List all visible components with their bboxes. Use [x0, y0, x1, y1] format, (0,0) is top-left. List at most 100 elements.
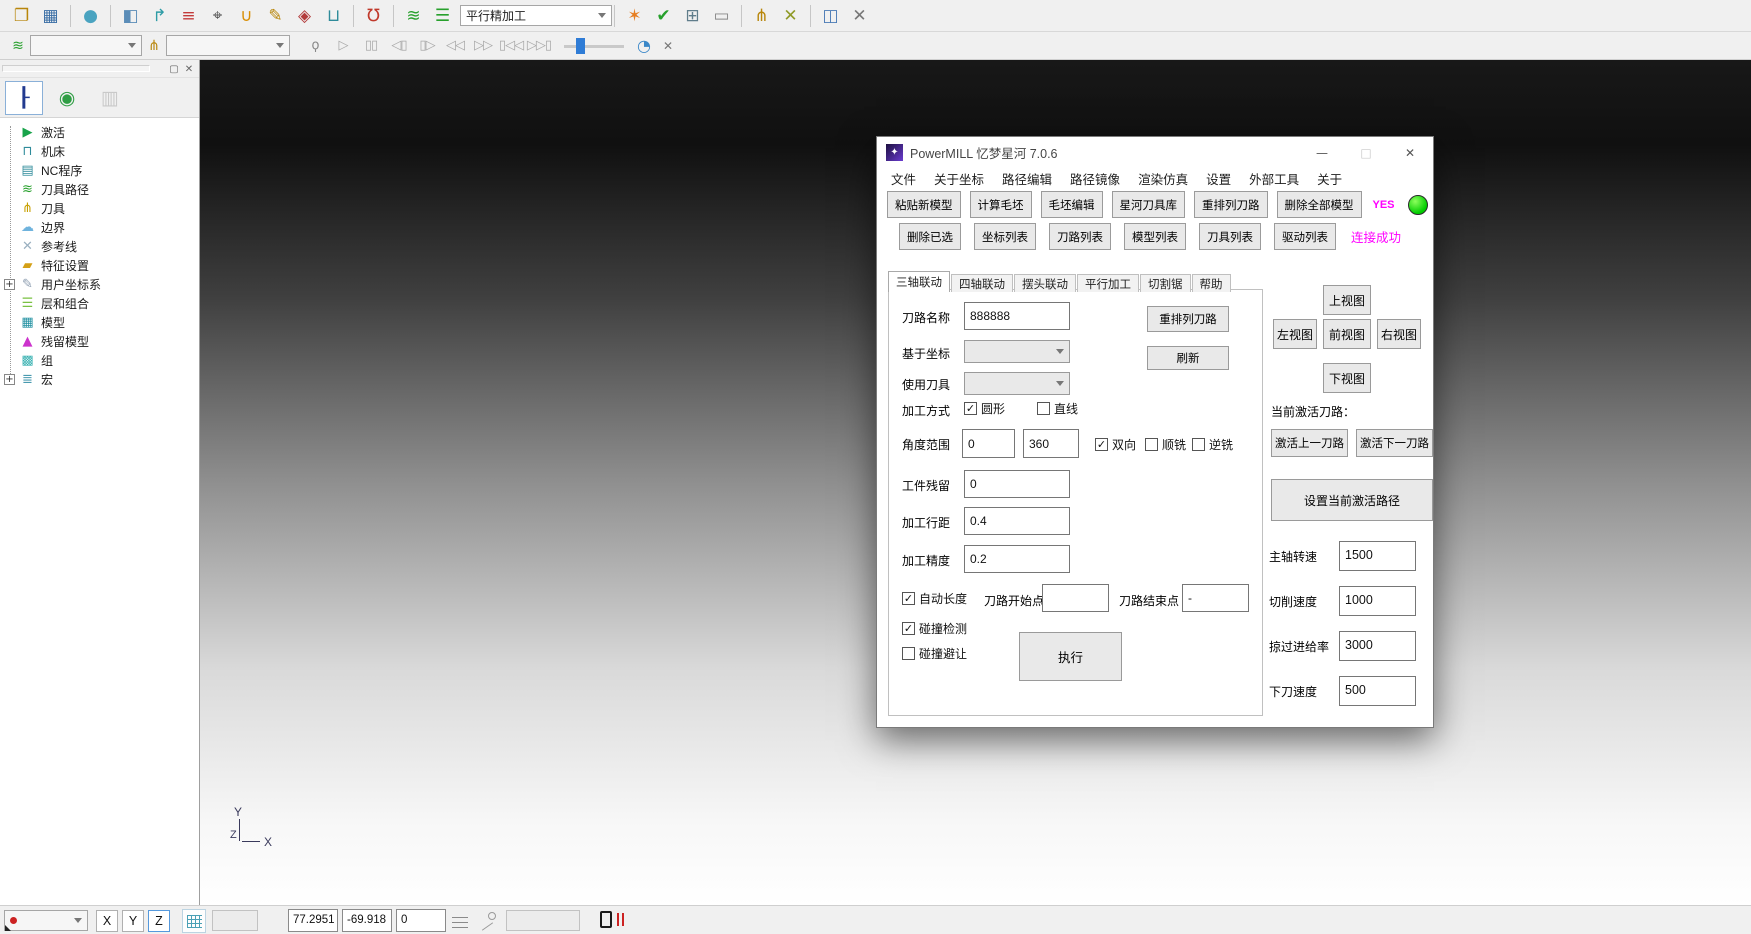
drive-list-button[interactable]: 驱动列表 [1274, 223, 1336, 250]
calc-block-button[interactable]: 计算毛坯 [970, 191, 1032, 218]
conventional-checkbox[interactable] [1192, 438, 1205, 451]
plunge-feed-input[interactable]: 500 [1339, 676, 1416, 706]
explorer-globe-tab[interactable]: ◉ [48, 81, 86, 115]
menu-about-coords[interactable]: 关于坐标 [925, 169, 993, 188]
tree-item[interactable]: ✕ 参考线 [0, 237, 199, 256]
tree-item[interactable]: ⊓ 机床 [0, 142, 199, 161]
angle-end-input[interactable] [1023, 429, 1079, 458]
refresh-button[interactable]: 刷新 [1147, 346, 1229, 370]
tool-block-icon[interactable]: ⊔ [321, 3, 346, 28]
activate-next-button[interactable]: 激活下一刀路 [1356, 429, 1433, 457]
paste-new-model-button[interactable]: 粘贴新模型 [887, 191, 961, 218]
bidirectional-checkbox[interactable] [1095, 438, 1108, 451]
step-forward-button[interactable]: ▯▷ [415, 35, 439, 57]
activate-prev-button[interactable]: 激活上一刀路 [1271, 429, 1348, 457]
left-view-button[interactable]: 左视图 [1273, 319, 1317, 349]
close-toolbar-icon[interactable]: ✕ [656, 35, 680, 57]
tool-axis-icon[interactable]: ⌖ [205, 3, 230, 28]
start-point-input[interactable] [1042, 584, 1109, 612]
coord-list-button[interactable]: 坐标列表 [974, 223, 1036, 250]
angle-start-input[interactable] [962, 429, 1015, 458]
tool-feed-icon[interactable]: ℧ [361, 3, 386, 28]
base-coord-dropdown[interactable] [964, 340, 1070, 363]
menu-about[interactable]: 关于 [1308, 169, 1351, 188]
stock-input[interactable] [964, 470, 1070, 498]
menu-path-edit[interactable]: 路径编辑 [993, 169, 1061, 188]
tree-item[interactable]: ☁ 边界 [0, 218, 199, 237]
tool-pair-icon[interactable]: ⋔ [749, 3, 774, 28]
maximize-button[interactable]: □ [1344, 138, 1388, 167]
menu-path-mirror[interactable]: 路径镜像 [1061, 169, 1129, 188]
model-list-button[interactable]: 模型列表 [1124, 223, 1186, 250]
toolpath-list-button[interactable]: 刀路列表 [1049, 223, 1111, 250]
sim-toolpath-dropdown[interactable] [30, 35, 142, 56]
menu-external-tools[interactable]: 外部工具 [1240, 169, 1308, 188]
rearrange-button[interactable]: 重排列刀路 [1147, 306, 1229, 332]
calculator-icon[interactable]: ⊞ [680, 3, 705, 28]
step-back-button[interactable]: ◁▯ [387, 35, 411, 57]
speed-clock-icon[interactable]: ◔ [632, 35, 656, 57]
front-view-button[interactable]: 前视图 [1323, 319, 1371, 349]
status-input-2[interactable] [506, 910, 580, 931]
climb-checkbox[interactable] [1145, 438, 1158, 451]
tolerance-input[interactable] [964, 545, 1070, 573]
minimize-button[interactable]: — [1300, 138, 1344, 167]
toolpath-name-input[interactable] [964, 302, 1070, 330]
collision-check-icon[interactable]: ∪ [234, 3, 259, 28]
line-checkbox[interactable] [1037, 402, 1050, 415]
save-file-icon[interactable]: ▦ [38, 3, 63, 28]
execute-button[interactable]: 执行 [1019, 632, 1122, 681]
grid-snap-button[interactable] [182, 909, 206, 933]
strategy-dropdown[interactable]: 平行精加工 [460, 5, 612, 26]
auto-length-checkbox[interactable] [902, 592, 915, 605]
tab-parallel[interactable]: 平行加工 [1077, 274, 1139, 292]
close-button[interactable]: ✕ [1388, 138, 1432, 167]
panel-grip[interactable] [2, 65, 150, 72]
tool-list-button[interactable]: 刀具列表 [1199, 223, 1261, 250]
y-axis-button[interactable]: Y [122, 910, 144, 932]
toolpath-spring-icon[interactable]: ≋ [6, 35, 30, 57]
menu-render-sim[interactable]: 渲染仿真 [1129, 169, 1197, 188]
tree-item[interactable]: ☰ 层和组合 [0, 294, 199, 313]
toolpath-connect-icon[interactable]: ↱ [147, 3, 172, 28]
block-icon[interactable]: ◧ [118, 3, 143, 28]
move-cross-icon[interactable]: ✕ [778, 3, 803, 28]
pattern-draw-icon[interactable]: ✎ [263, 3, 288, 28]
tool-star-icon[interactable]: ✶ [622, 3, 647, 28]
menu-settings[interactable]: 设置 [1197, 169, 1240, 188]
expand-toggle[interactable]: + [4, 279, 15, 290]
use-tool-dropdown[interactable] [964, 372, 1070, 395]
end-point-input[interactable] [1182, 584, 1249, 612]
cutting-feed-input[interactable]: 1000 [1339, 586, 1416, 616]
play-button[interactable]: ▷ [331, 35, 355, 57]
tree-item[interactable]: ▶ 激活 [0, 123, 199, 142]
edit-block-button[interactable]: 毛坯编辑 [1041, 191, 1103, 218]
tree-item[interactable]: + ✎ 用户坐标系 [0, 275, 199, 294]
tree-item[interactable]: ⋔ 刀具 [0, 199, 199, 218]
collision-avoid-checkbox[interactable] [902, 647, 915, 660]
tree-item[interactable]: ▤ NC程序 [0, 161, 199, 180]
float-panel-button[interactable]: ▢ [167, 62, 181, 76]
open-file-icon[interactable]: ❐ [9, 3, 34, 28]
tree-item[interactable]: ≋ 刀具路径 [0, 180, 199, 199]
tool-check-icon[interactable]: ✔ [651, 3, 676, 28]
tab-help[interactable]: 帮助 [1192, 274, 1231, 292]
light-button[interactable]: ϙ [303, 35, 327, 57]
go-start-button[interactable]: ▯◁◁ [499, 35, 523, 57]
status-input-1[interactable] [212, 910, 258, 931]
explorer-trash-tab[interactable]: ▥ [91, 81, 129, 115]
collision-detect-checkbox[interactable] [902, 622, 915, 635]
right-view-button[interactable]: 右视图 [1377, 319, 1421, 349]
tab-3axis[interactable]: 三轴联动 [888, 271, 950, 292]
shaded-view-icon[interactable]: ● [78, 3, 103, 28]
status-combo[interactable] [4, 910, 88, 931]
close-toolbar-icon[interactable]: ✕ [847, 3, 872, 28]
tree-item[interactable]: ▩ 组 [0, 351, 199, 370]
simulation-speed-slider[interactable] [564, 37, 624, 55]
rearrange-toolpaths-button[interactable]: 重排列刀路 [1194, 191, 1268, 218]
x-axis-button[interactable]: X [96, 910, 118, 932]
set-active-path-button[interactable]: 设置当前激活路径 [1271, 479, 1433, 521]
cylinders-icon[interactable]: ◫ [818, 3, 843, 28]
tree-item[interactable]: ▲ 残留模型 [0, 332, 199, 351]
points-icon[interactable]: ◈ [292, 3, 317, 28]
